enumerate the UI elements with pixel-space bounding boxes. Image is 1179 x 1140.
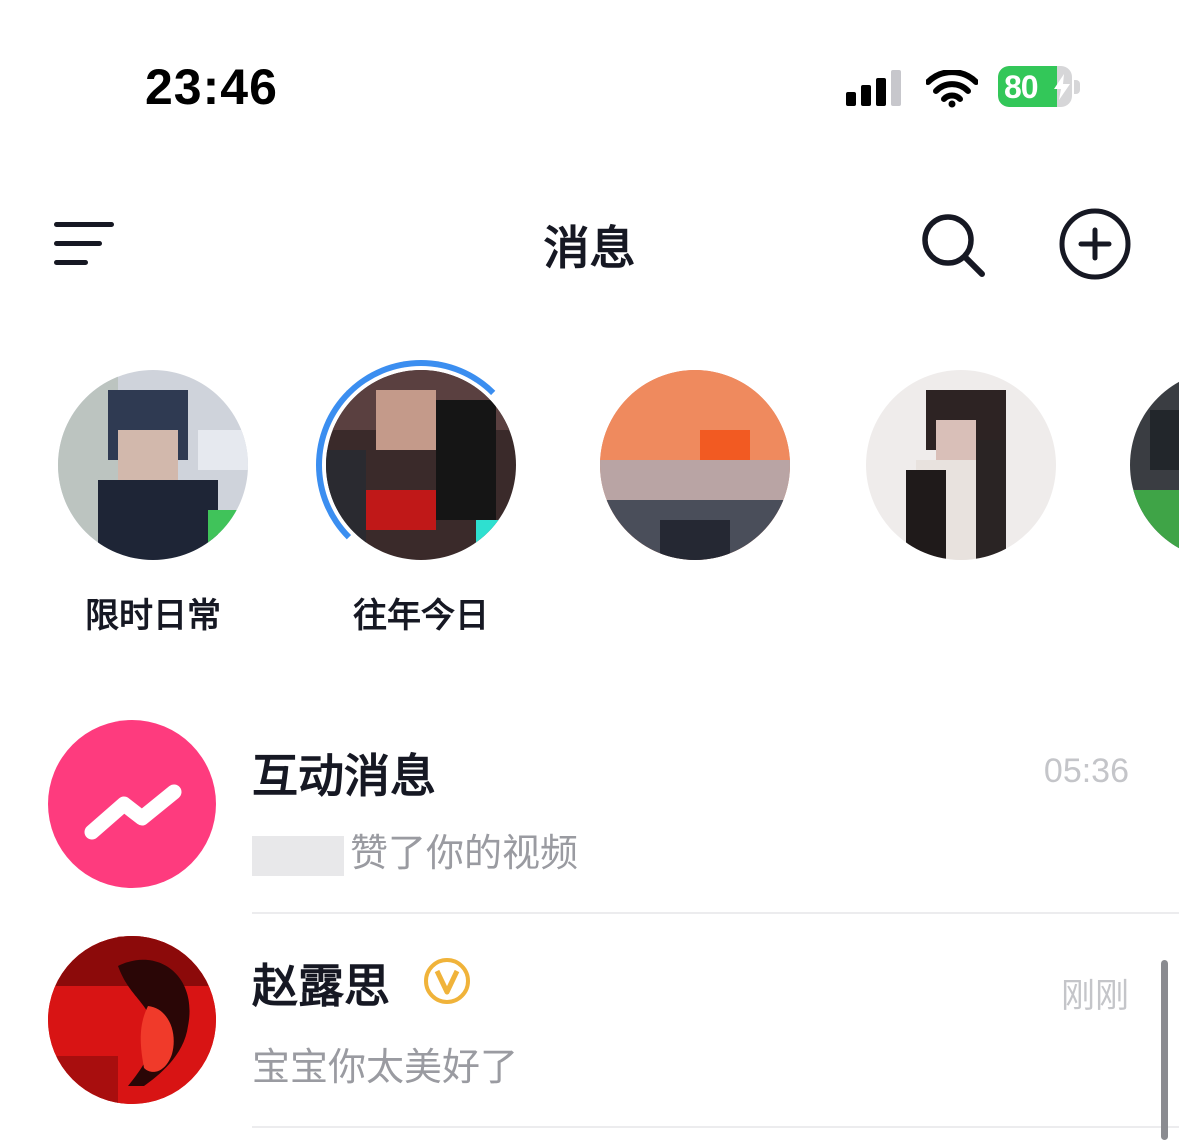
user-avatar-image	[48, 936, 216, 1104]
story-item[interactable]	[856, 340, 1066, 640]
story-item[interactable]: 限时日常	[48, 340, 258, 640]
interaction-bolt-icon	[84, 784, 182, 840]
message-preview: 宝宝你太美好了	[252, 1045, 519, 1089]
story-avatar[interactable]	[58, 370, 248, 560]
charging-bolt-icon	[1054, 74, 1070, 100]
story-avatar[interactable]	[1130, 370, 1179, 560]
story-item[interactable]	[590, 340, 800, 640]
divider	[252, 1126, 1179, 1128]
page-title: 消息	[543, 221, 636, 275]
interaction-avatar[interactable]	[48, 720, 216, 888]
message-title: 赵露思	[252, 959, 390, 1013]
blurred-username	[252, 835, 344, 876]
story-label: 限时日常	[85, 596, 221, 636]
verified-badge-icon	[424, 958, 470, 1004]
battery-percent: 80	[1004, 69, 1039, 105]
message-item-user[interactable]: 赵露思 刚刚 宝宝你太美好了	[0, 914, 1179, 1128]
story-item[interactable]: 往年今日	[316, 340, 526, 640]
stories-row: 限时日常 往年今日	[0, 340, 1179, 640]
message-item-interactions[interactable]: 互动消息 05:36 赞了你的视频	[0, 700, 1179, 914]
battery-cap	[1074, 80, 1080, 94]
story-avatar[interactable]	[600, 370, 790, 560]
story-avatar[interactable]	[326, 370, 516, 560]
story-item[interactable]	[1120, 340, 1179, 640]
status-icons: 80	[840, 66, 1090, 110]
user-avatar[interactable]	[48, 936, 216, 1104]
status-time: 23:46	[145, 59, 278, 115]
add-circle-icon[interactable]	[1058, 207, 1132, 281]
scrollbar[interactable]	[1161, 960, 1168, 1140]
story-avatar[interactable]	[866, 370, 1056, 560]
wifi-icon	[926, 70, 978, 108]
search-icon[interactable]	[920, 212, 988, 280]
signal-icon	[846, 70, 901, 106]
message-time: 刚刚	[1061, 977, 1129, 1015]
message-time: 05:36	[1043, 752, 1129, 790]
message-preview-text: 赞了你的视频	[350, 831, 579, 875]
story-label: 往年今日	[353, 596, 489, 636]
message-preview: 赞了你的视频	[252, 822, 578, 877]
message-title: 互动消息	[252, 749, 436, 803]
battery-icon: 80	[998, 66, 1072, 107]
